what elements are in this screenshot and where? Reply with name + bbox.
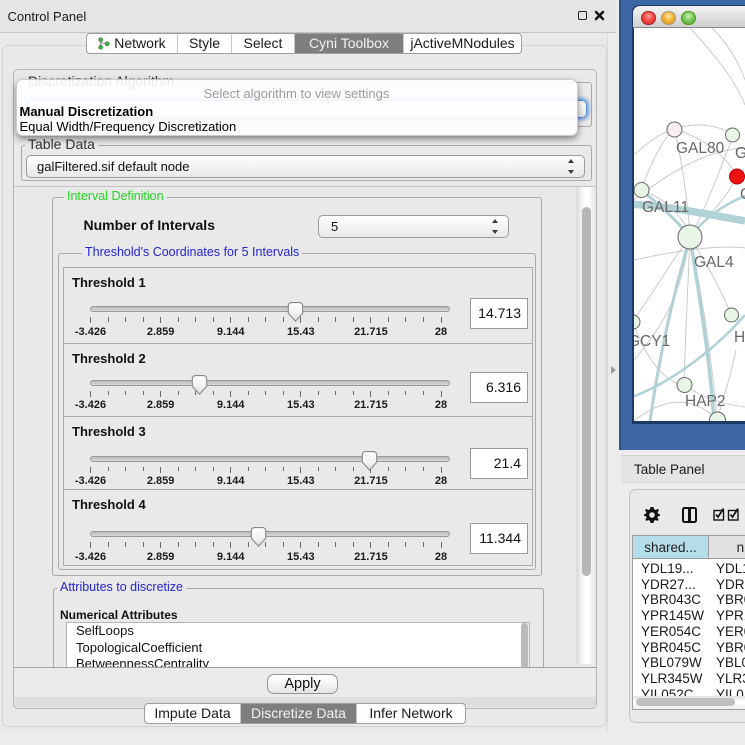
svg-text:GCY1: GCY1 — [634, 333, 670, 350]
svg-text:GAL11: GAL11 — [642, 199, 689, 216]
svg-text:GA: GA — [735, 145, 745, 162]
svg-text:HAP2: HAP2 — [685, 393, 726, 410]
svg-text:C: C — [740, 186, 745, 203]
svg-text:GAL4: GAL4 — [694, 254, 734, 271]
svg-text:H: H — [734, 329, 745, 346]
svg-text:GAL80: GAL80 — [676, 140, 725, 157]
